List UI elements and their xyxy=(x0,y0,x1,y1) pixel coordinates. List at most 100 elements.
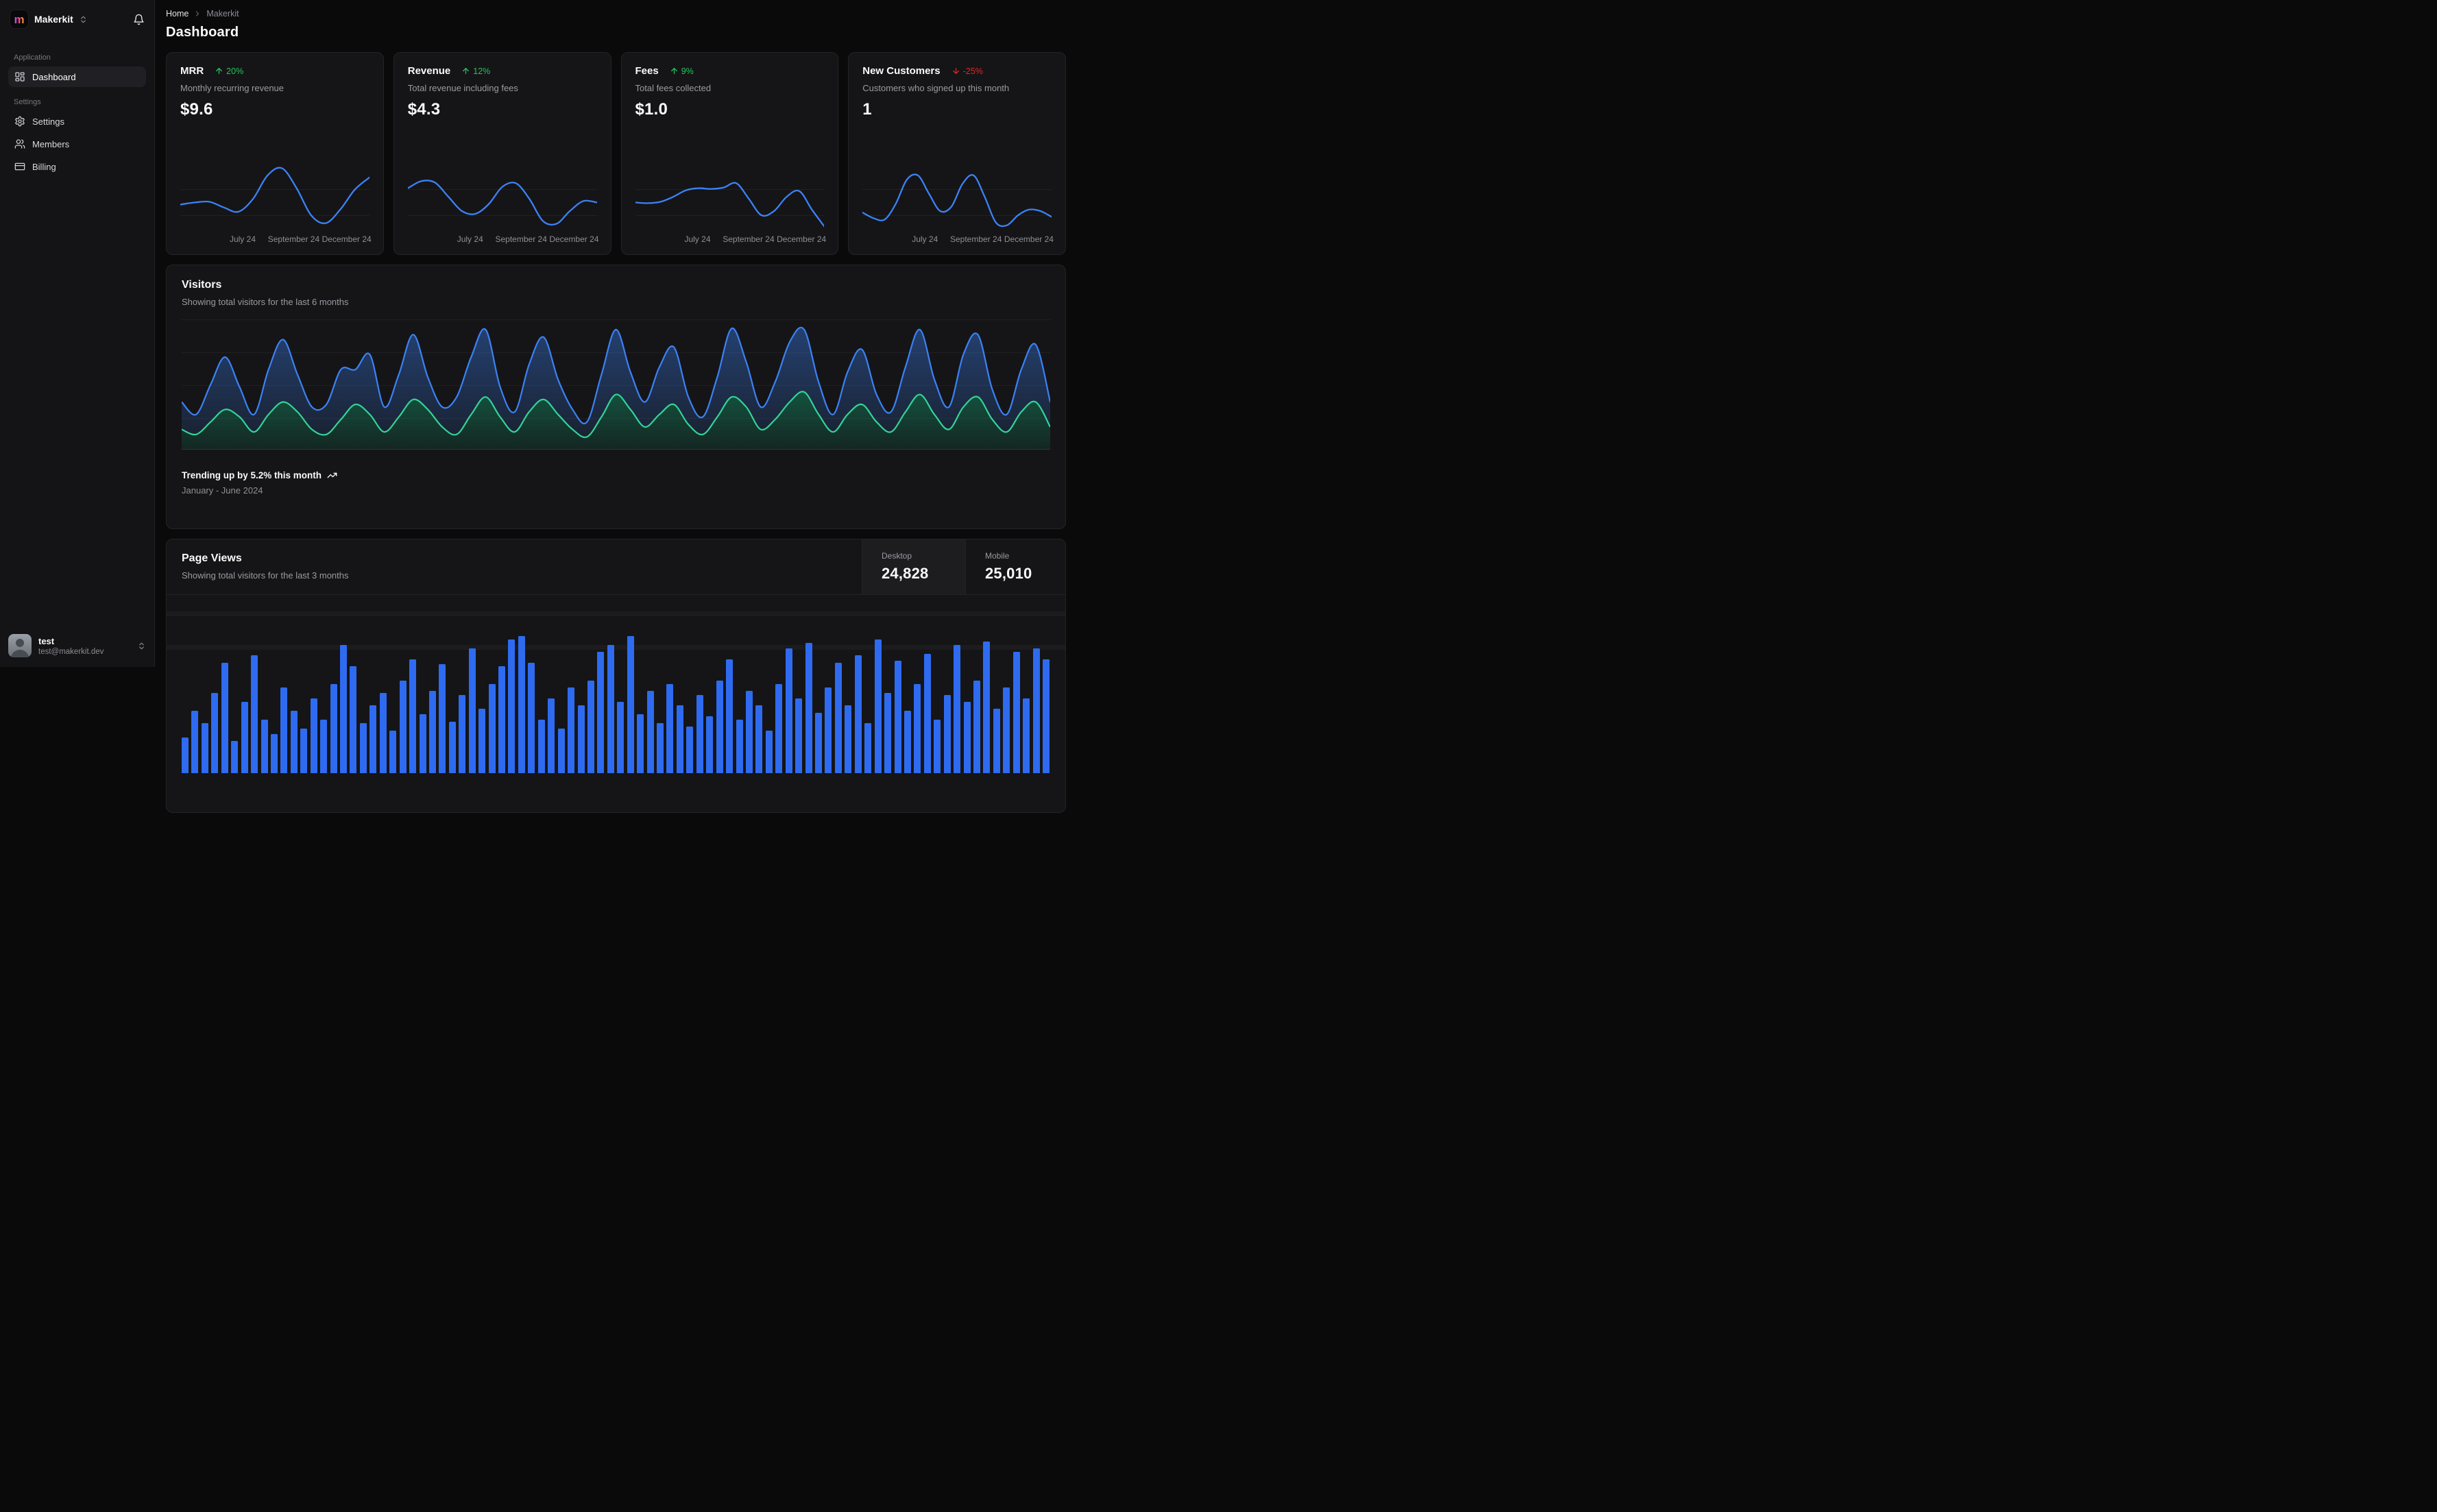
desktop-label: Desktop xyxy=(882,551,912,561)
x-axis-labels: July 24 September 24 December 24 xyxy=(862,234,1054,245)
trend-badge: -25% xyxy=(951,66,983,76)
sidebar-item-label: Dashboard xyxy=(32,71,76,82)
arrow-up-icon xyxy=(670,68,677,74)
stat-card-value: 1 xyxy=(862,100,872,119)
bar xyxy=(448,722,456,773)
sidebar-item-billing[interactable]: Billing xyxy=(8,156,146,177)
mobile-toggle[interactable]: Mobile 25,010 xyxy=(965,539,1065,594)
page-views-subtitle: Showing total visitors for the last 3 mo… xyxy=(182,570,349,581)
bar xyxy=(923,654,931,773)
trend-value: -25% xyxy=(962,66,983,76)
x-tick: July 24 xyxy=(684,234,711,244)
stat-card-mrr: MRR 20% Monthly recurring revenue $9.6 J… xyxy=(166,52,384,255)
sidebar-item-settings[interactable]: Settings xyxy=(8,111,146,132)
bar xyxy=(954,645,961,773)
desktop-toggle[interactable]: Desktop 24,828 xyxy=(862,539,965,594)
page-views-card: Page Views Showing total visitors for th… xyxy=(166,539,1066,813)
bar xyxy=(825,687,832,773)
page-views-header: Page Views Showing total visitors for th… xyxy=(167,539,1065,595)
bar xyxy=(241,702,248,773)
visitors-trend-text: Trending up by 5.2% this month xyxy=(182,470,322,480)
stat-card-title: Revenue xyxy=(407,65,451,77)
bar xyxy=(627,636,634,773)
bar xyxy=(300,729,308,773)
bar xyxy=(706,716,714,773)
user-name: test xyxy=(38,635,55,646)
sidebar-item-dashboard[interactable]: Dashboard xyxy=(8,66,146,87)
bar xyxy=(864,723,872,773)
trending-up-icon xyxy=(327,470,337,480)
bar xyxy=(874,639,882,773)
bar xyxy=(211,693,219,773)
bar xyxy=(676,705,683,773)
bar xyxy=(182,737,189,773)
visitors-card: Visitors Showing total visitors for the … xyxy=(166,265,1066,529)
user-email: test@makerkit.dev xyxy=(38,647,104,656)
bar xyxy=(894,661,901,773)
visitors-area-chart xyxy=(182,318,1050,450)
bar xyxy=(478,709,486,773)
stat-card-value: $4.3 xyxy=(407,100,441,119)
sidebar-nav: Application Dashboard Settings Settings … xyxy=(0,38,154,627)
sidebar: m Makerkit Application Dashboard Setting… xyxy=(0,0,155,667)
gridline xyxy=(407,189,597,190)
bar xyxy=(251,655,258,773)
gear-icon xyxy=(14,116,25,127)
bar xyxy=(815,713,822,773)
credit-card-icon xyxy=(14,161,25,172)
trend-badge: 9% xyxy=(670,66,694,76)
gridline xyxy=(180,215,369,216)
workspace-selector[interactable]: m Makerkit xyxy=(0,0,154,38)
x-tick: September 24 xyxy=(495,234,547,244)
bar xyxy=(686,727,694,773)
nav-group-label-application: Application xyxy=(14,53,51,62)
bar xyxy=(518,636,525,773)
stat-card-subtitle: Monthly recurring revenue xyxy=(180,83,284,93)
gridline xyxy=(862,189,1052,190)
workspace-name: Makerkit xyxy=(34,14,73,25)
stat-cards-row: MRR 20% Monthly recurring revenue $9.6 J… xyxy=(166,52,1066,255)
app-root: m Makerkit Application Dashboard Setting… xyxy=(0,0,1075,813)
bar xyxy=(963,702,971,773)
bar xyxy=(726,659,733,773)
sidebar-item-members[interactable]: Members xyxy=(8,134,146,154)
bar xyxy=(568,687,575,773)
fees-sparkline-chart: July 24 September 24 December 24 xyxy=(635,155,827,245)
bar xyxy=(745,691,753,773)
x-tick: December 24 xyxy=(322,234,372,244)
bar xyxy=(369,705,377,773)
bar xyxy=(221,663,228,773)
notifications-bell-icon[interactable] xyxy=(133,14,145,25)
bar xyxy=(646,691,654,773)
bar xyxy=(1013,652,1020,773)
page-views-title: Page Views xyxy=(182,552,242,564)
bar xyxy=(508,639,516,773)
users-icon xyxy=(14,138,25,149)
visitors-subtitle: Showing total visitors for the last 6 mo… xyxy=(182,297,349,307)
bar xyxy=(488,684,496,773)
bar xyxy=(775,684,783,773)
bar xyxy=(528,663,535,773)
x-tick: December 24 xyxy=(777,234,827,244)
bar xyxy=(597,652,605,773)
bar xyxy=(409,659,417,773)
bar xyxy=(548,698,555,773)
gridline xyxy=(407,215,597,216)
sparkline-svg xyxy=(862,155,1052,234)
breadcrumb-home-link[interactable]: Home xyxy=(166,9,189,19)
x-tick: September 24 xyxy=(949,234,1002,244)
nav-group-label-settings: Settings xyxy=(14,98,41,106)
trend-badge: 20% xyxy=(215,66,243,76)
stat-card-title: Fees xyxy=(635,65,659,77)
gridline xyxy=(180,189,369,190)
x-axis-labels: July 24 September 24 December 24 xyxy=(180,234,372,245)
bar xyxy=(577,705,585,773)
bar xyxy=(617,702,625,773)
user-menu-button[interactable]: test test@makerkit.dev xyxy=(0,627,154,667)
gridline xyxy=(862,215,1052,216)
bar xyxy=(439,664,446,773)
stat-card-title: MRR xyxy=(180,65,204,77)
bar xyxy=(785,648,792,773)
bar xyxy=(755,705,763,773)
bar xyxy=(765,731,773,773)
